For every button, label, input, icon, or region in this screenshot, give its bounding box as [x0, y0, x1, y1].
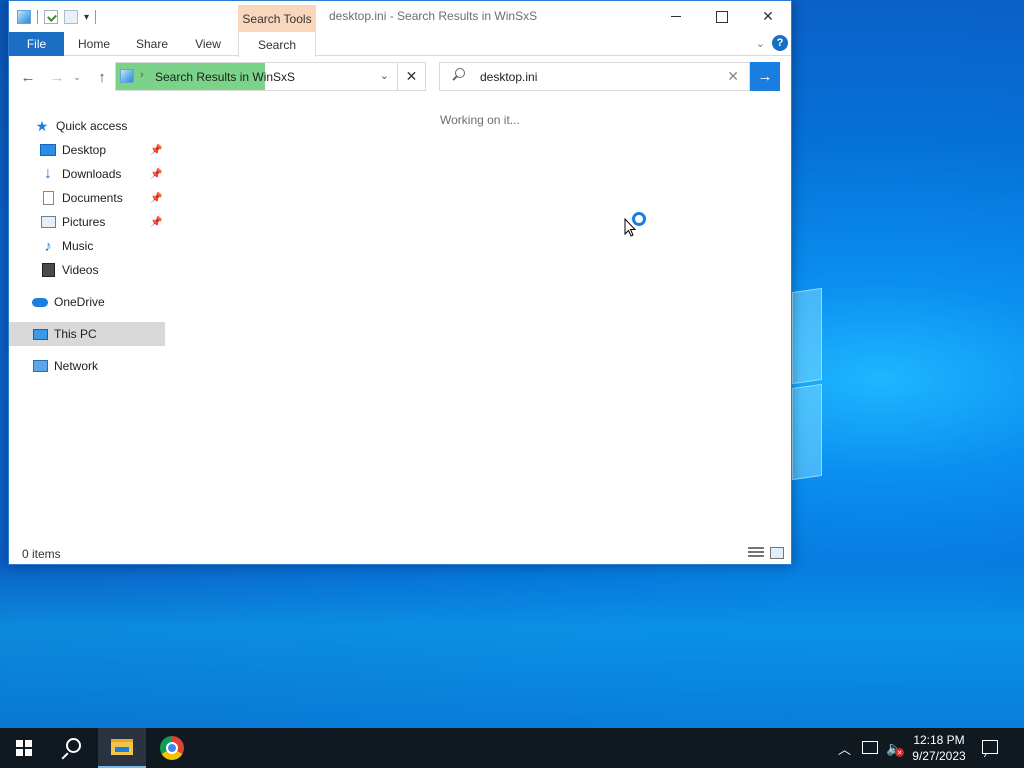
taskbar-chrome[interactable]	[148, 728, 196, 768]
windows-wallpaper-logo	[792, 287, 822, 481]
show-hidden-icons-chevron-icon[interactable]: ︿	[838, 739, 851, 758]
tab-home[interactable]: Home	[68, 32, 120, 56]
navigation-pane: ★ Quick access Desktop 📌 ↓ Downloads 📌 D…	[9, 97, 166, 537]
sidebar-item-label: Quick access	[56, 119, 128, 133]
desktop-icon	[40, 144, 56, 156]
quick-access-toolbar: ▾	[17, 7, 97, 27]
sidebar-item-quick-access[interactable]: ★ Quick access	[34, 114, 128, 138]
stop-search-button[interactable]: ✕	[398, 62, 426, 91]
onedrive-cloud-icon	[32, 297, 48, 307]
forward-button[interactable]: →	[46, 66, 68, 88]
star-icon: ★	[35, 117, 49, 134]
help-button[interactable]: ?	[772, 35, 788, 51]
search-tools-context-tab: Search Tools	[238, 5, 316, 32]
sidebar-item-pictures[interactable]: Pictures 📌	[40, 210, 164, 234]
action-center-icon[interactable]	[982, 740, 998, 754]
address-bar[interactable]: › Search Results in WinSxS ⌄	[115, 62, 398, 91]
chrome-icon	[160, 736, 184, 760]
title-bar[interactable]: ▾ Search Tools desktop.ini - Search Resu…	[9, 1, 791, 32]
busy-cursor-icon	[624, 212, 648, 238]
sidebar-item-label: Downloads	[62, 167, 122, 181]
search-icon	[61, 737, 83, 760]
search-input[interactable]: desktop.ini	[480, 70, 537, 84]
taskbar: ︿ 🔈 ✕ 12:18 PM 9/27/2023	[0, 728, 1024, 768]
ribbon-tabs: File Home Share View Search ⌄ ?	[9, 32, 791, 57]
start-icon	[16, 740, 32, 756]
search-box[interactable]: desktop.ini ✕	[439, 62, 750, 91]
new-folder-icon[interactable]	[64, 10, 78, 24]
tab-view[interactable]: View	[185, 32, 231, 56]
back-button[interactable]: ←	[17, 66, 39, 88]
large-icons-view-icon[interactable]	[770, 547, 784, 559]
clock-time: 12:18 PM	[913, 733, 965, 747]
up-button[interactable]: ↑	[91, 66, 113, 88]
sidebar-item-label: Network	[54, 359, 99, 373]
start-button[interactable]	[0, 728, 48, 768]
minimize-button[interactable]	[653, 1, 699, 32]
window-title: desktop.ini - Search Results in WinSxS	[329, 9, 538, 23]
sidebar-item-desktop[interactable]: Desktop 📌	[40, 138, 164, 162]
sidebar-item-documents[interactable]: Documents 📌	[40, 186, 164, 210]
file-explorer-window[interactable]: ▾ Search Tools desktop.ini - Search Resu…	[8, 0, 792, 565]
maximize-button[interactable]	[699, 1, 745, 32]
system-clock[interactable]: 12:18 PM 9/27/2023	[908, 732, 970, 764]
breadcrumb-separator-icon[interactable]: ›	[140, 69, 144, 81]
app-icon[interactable]	[17, 10, 31, 24]
sidebar-item-label: This PC	[54, 327, 97, 341]
status-bar: 0 items	[9, 544, 791, 564]
clear-search-icon[interactable]: ✕	[727, 68, 739, 85]
pin-icon: 📌	[150, 216, 163, 228]
pictures-icon	[40, 216, 56, 228]
search-status-message: Working on it...	[440, 113, 520, 127]
videos-icon	[41, 263, 55, 277]
documents-icon	[42, 191, 54, 205]
search-go-button[interactable]: →	[750, 62, 780, 91]
sidebar-item-downloads[interactable]: ↓ Downloads 📌	[40, 162, 164, 186]
downloads-icon: ↓	[44, 165, 52, 182]
properties-icon[interactable]	[44, 10, 58, 24]
music-icon: ♪	[44, 237, 52, 255]
sidebar-item-network[interactable]: Network	[32, 354, 98, 378]
sidebar-item-onedrive[interactable]: OneDrive	[32, 290, 105, 314]
pin-icon: 📌	[150, 192, 163, 204]
tab-file[interactable]: File	[9, 32, 64, 56]
volume-muted-badge-icon: ✕	[895, 748, 904, 757]
details-view-icon[interactable]	[748, 547, 764, 559]
search-results-folder-icon	[120, 69, 134, 83]
pin-icon: 📌	[150, 144, 163, 156]
clock-date: 9/27/2023	[912, 749, 966, 763]
network-icon	[32, 360, 48, 372]
expand-ribbon-chevron-icon[interactable]: ⌄	[756, 37, 765, 50]
taskbar-search-button[interactable]	[48, 728, 96, 768]
file-explorer-icon	[111, 739, 133, 755]
file-list-area[interactable]: Working on it...	[166, 97, 791, 537]
pin-icon: 📌	[150, 168, 163, 180]
tab-search[interactable]: Search	[238, 32, 316, 57]
sidebar-item-music[interactable]: ♪ Music	[40, 234, 93, 258]
search-icon	[452, 68, 466, 82]
sidebar-item-label: OneDrive	[54, 295, 105, 309]
sidebar-item-label: Music	[62, 239, 94, 253]
address-dropdown-chevron-icon[interactable]: ⌄	[380, 69, 389, 82]
sidebar-item-label: Videos	[62, 263, 99, 277]
sidebar-item-videos[interactable]: Videos	[40, 258, 98, 282]
close-button[interactable]: ✕	[745, 1, 791, 32]
tab-share[interactable]: Share	[126, 32, 178, 56]
sidebar-item-label: Documents	[62, 191, 123, 205]
sidebar-item-label: Pictures	[62, 215, 106, 229]
sidebar-item-label: Desktop	[62, 143, 107, 157]
taskbar-file-explorer[interactable]	[98, 728, 146, 768]
breadcrumb-path[interactable]: Search Results in WinSxS	[155, 70, 295, 84]
item-count: 0 items	[22, 547, 61, 561]
customize-toolbar-chevron-icon[interactable]: ▾	[84, 12, 89, 23]
navigation-row: ← → ⌄ ↑ › Search Results in WinSxS ⌄ ✕ d…	[9, 57, 791, 97]
sidebar-item-this-pc[interactable]: This PC	[9, 322, 165, 346]
recent-locations-chevron-icon[interactable]: ⌄	[70, 66, 84, 88]
network-status-icon[interactable]	[862, 741, 878, 754]
this-pc-icon	[32, 328, 48, 340]
